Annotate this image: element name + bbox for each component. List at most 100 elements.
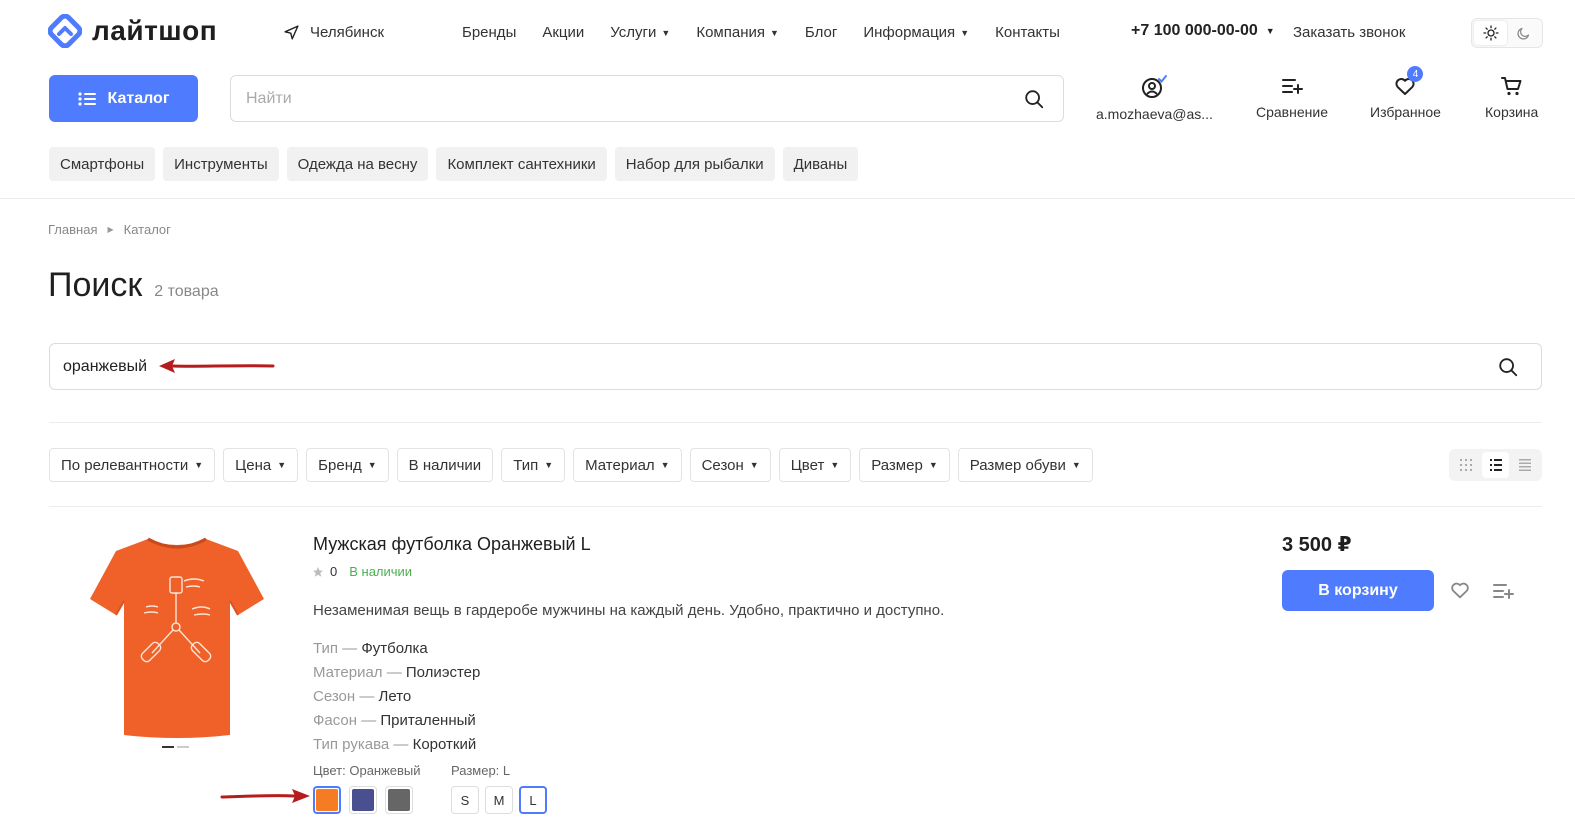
filter-dropdown[interactable]: В наличии <box>396 448 494 482</box>
add-to-cart-button[interactable]: В корзину <box>1282 570 1434 611</box>
header-divider <box>0 198 1575 199</box>
search-icon[interactable] <box>1023 88 1045 110</box>
filter-dropdown[interactable]: Сезон ▼ <box>689 448 771 482</box>
add-to-compare-button[interactable] <box>1491 579 1515 603</box>
property-separator: — <box>338 639 362 657</box>
cart-label: Корзина <box>1485 104 1539 120</box>
compare-link[interactable]: Сравнение <box>1256 74 1328 120</box>
image-pager[interactable] <box>162 746 189 748</box>
compare-label: Сравнение <box>1256 104 1328 120</box>
compare-list-icon <box>1493 584 1514 599</box>
phone-number: +7 100 000-00-00 <box>1131 22 1258 39</box>
category-chip[interactable]: Комплект сантехники <box>436 147 607 181</box>
size-option[interactable]: M <box>485 786 513 814</box>
color-option-label: Цвет: Оранжевый <box>313 763 421 778</box>
page-search-input[interactable] <box>63 357 1497 376</box>
property-row: Материал — Полиэстер <box>313 660 480 684</box>
header-search <box>230 75 1064 122</box>
compact-view-icon[interactable] <box>1511 452 1539 478</box>
chevron-down-icon: ▼ <box>367 460 377 470</box>
add-to-favorites-button[interactable] <box>1449 579 1471 601</box>
moon-icon[interactable] <box>1507 21 1540 45</box>
section-divider <box>49 422 1542 423</box>
product-image[interactable] <box>88 535 266 740</box>
nav-item[interactable]: Блог <box>805 24 837 41</box>
logo[interactable]: лайтшоп <box>48 14 217 48</box>
logo-icon <box>48 14 82 48</box>
breadcrumb-catalog[interactable]: Каталог <box>124 222 171 237</box>
account-link[interactable]: a.mozhaeva@as... <box>1096 74 1213 122</box>
category-chip[interactable]: Инструменты <box>163 147 279 181</box>
list-view-icon[interactable] <box>1481 452 1510 478</box>
filter-dropdown[interactable]: Цена ▼ <box>223 448 299 482</box>
quick-category-chips: Смартфоны Инструменты Одежда на весну Компл… <box>49 147 859 181</box>
nav-item[interactable]: Информация ▼ <box>863 24 969 41</box>
grid-view-icon[interactable] <box>1452 452 1480 478</box>
annotation-arrow-color <box>220 789 310 803</box>
property-row: Сезон — Лето <box>313 684 480 708</box>
page-title-block: Поиск 2 товара <box>48 266 219 305</box>
filter-dropdown[interactable]: Цвет ▼ <box>778 448 852 482</box>
size-option[interactable]: S <box>451 786 479 814</box>
pager-dot[interactable] <box>177 746 189 748</box>
category-chip[interactable]: Набор для рыбалки <box>614 147 775 181</box>
nav-item[interactable]: Акции <box>542 24 584 41</box>
filter-bar: По релевантности ▼ Цена ▼ Бренд ▼ В наличии Тип… <box>49 448 1093 482</box>
nav-item[interactable]: Контакты <box>995 24 1060 41</box>
city-selector[interactable]: Челябинск <box>283 24 384 41</box>
nav-item-label: Информация <box>863 24 956 41</box>
property-value: Полиэстер <box>405 663 481 681</box>
view-toggle <box>1449 449 1542 481</box>
search-icon[interactable] <box>1497 356 1519 378</box>
chevron-down-icon: ▼ <box>1265 26 1275 36</box>
list-icon <box>77 91 96 106</box>
breadcrumb-home[interactable]: Главная <box>48 222 97 237</box>
property-key: Тип <box>313 639 339 657</box>
chevron-down-icon: ▼ <box>544 460 554 470</box>
filter-dropdown[interactable]: Бренд ▼ <box>306 448 389 482</box>
filter-label: Цвет <box>790 456 825 474</box>
filter-label: Размер <box>871 456 923 474</box>
chevron-down-icon: ▼ <box>749 460 759 470</box>
nav-item-label: Компания <box>696 24 765 41</box>
nav-item[interactable]: Услуги ▼ <box>610 24 670 41</box>
filter-dropdown[interactable]: По релевантности ▼ <box>49 448 216 482</box>
phone-selector[interactable]: +7 100 000-00-00 ▼ <box>1131 22 1275 40</box>
size-option[interactable]: L <box>519 786 547 814</box>
property-value: Футболка <box>361 639 428 657</box>
product-title[interactable]: Мужская футболка Оранжевый L <box>313 534 591 555</box>
theme-toggle[interactable] <box>1471 18 1543 48</box>
cart-link[interactable]: Корзина <box>1485 74 1538 120</box>
catalog-button[interactable]: Каталог <box>49 75 198 122</box>
filter-dropdown[interactable]: Тип ▼ <box>501 448 566 482</box>
category-chip[interactable]: Диваны <box>782 147 859 181</box>
compare-list-icon <box>1281 79 1303 94</box>
sun-icon[interactable] <box>1474 21 1507 45</box>
property-separator: — <box>389 735 413 753</box>
color-swatch[interactable] <box>349 786 377 814</box>
nav-item[interactable]: Компания ▼ <box>696 24 779 41</box>
category-chip[interactable]: Смартфоны <box>49 147 156 181</box>
chevron-down-icon: ▼ <box>1071 460 1081 470</box>
filter-label: Сезон <box>701 456 744 474</box>
filter-dropdown[interactable]: Материал ▼ <box>573 448 682 482</box>
nav-item-label: Блог <box>804 24 838 41</box>
cart-icon <box>1500 77 1522 96</box>
chevron-down-icon: ▼ <box>830 460 840 470</box>
filter-dropdown[interactable]: Размер обуви ▼ <box>957 448 1093 482</box>
nav-item[interactable]: Бренды <box>462 24 516 41</box>
product-properties: Тип — Футболка Материал — Полиэстер Сезон … <box>313 636 480 756</box>
callback-link[interactable]: Заказать звонок <box>1293 24 1405 41</box>
user-icon <box>1142 75 1168 98</box>
filter-label: Размер обуви <box>969 456 1066 474</box>
property-row: Фасон — Приталенный <box>313 708 480 732</box>
property-value: Лето <box>378 687 412 705</box>
color-swatch[interactable] <box>313 786 341 814</box>
color-swatch[interactable] <box>385 786 413 814</box>
favorites-link[interactable]: 4 Избранное <box>1370 66 1441 120</box>
filter-dropdown[interactable]: Размер ▼ <box>859 448 950 482</box>
pager-dot[interactable] <box>162 746 174 748</box>
filter-label: В наличии <box>408 456 482 474</box>
header-search-input[interactable] <box>246 89 1023 108</box>
category-chip[interactable]: Одежда на весну <box>286 147 429 181</box>
